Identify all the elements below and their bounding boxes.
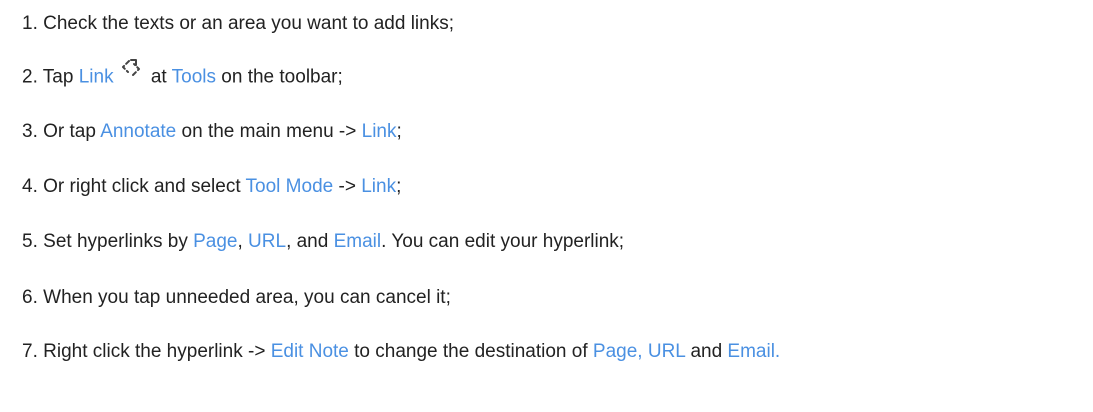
link-tool-link[interactable]: Link (79, 67, 114, 88)
step-number: 3. (22, 121, 38, 142)
link-icon (120, 58, 142, 85)
step-text: ; (396, 176, 402, 197)
link-context-link[interactable]: Link (361, 176, 396, 197)
step-number: 2. (22, 66, 38, 88)
step-text: -> (338, 176, 356, 197)
step-6: 6. When you tap unneeded area, you can c… (22, 286, 451, 310)
step-3: 3. Or tap Annotate on the main menu -> L… (22, 120, 402, 144)
tools-link[interactable]: Tools (172, 67, 216, 88)
step-number: 6. (22, 287, 38, 308)
page-link[interactable]: Page (193, 231, 237, 252)
step-text: Right click the hyperlink -> (43, 341, 266, 362)
step-4: 4. Or right click and select Tool Mode -… (22, 175, 401, 199)
step-number: 7. (22, 341, 38, 362)
edit-note-link[interactable]: Edit Note (271, 341, 349, 362)
step-text: at (150, 66, 167, 88)
step-number: 4. (22, 176, 38, 197)
step-5: 5. Set hyperlinks by Page, URL, and Emai… (22, 230, 624, 254)
page-link[interactable]: Page, (593, 341, 643, 362)
step-text: Or tap (43, 121, 96, 142)
step-text: Check the texts or an area you want to a… (43, 13, 454, 34)
annotate-link[interactable]: Annotate (100, 121, 176, 142)
step-text: and (690, 341, 723, 362)
step-1: 1. Check the texts or an area you want t… (22, 12, 454, 36)
url-link[interactable]: URL (648, 341, 685, 362)
step-text: ; (396, 121, 402, 142)
step-text: . You can edit your hyperlink; (381, 231, 625, 252)
step-text: , (237, 231, 243, 252)
instruction-list: 1. Check the texts or an area you want t… (0, 0, 1093, 412)
url-link[interactable]: URL (248, 231, 286, 252)
step-text: on the toolbar; (221, 66, 343, 88)
step-text: on the main menu -> (181, 121, 357, 142)
tool-mode-link[interactable]: Tool Mode (246, 176, 334, 197)
step-7: 7. Right click the hyperlink -> Edit Not… (22, 340, 780, 364)
email-link[interactable]: Email (334, 231, 382, 252)
email-link[interactable]: Email. (727, 341, 780, 362)
link-menu-link[interactable]: Link (362, 121, 397, 142)
step-number: 5. (22, 231, 38, 252)
step-text: Tap (42, 66, 74, 88)
step-text: , and (286, 231, 329, 252)
step-text: to change the destination of (354, 341, 588, 362)
step-text: Set hyperlinks by (43, 231, 188, 252)
step-text: Or right click and select (43, 176, 241, 197)
step-2: 2. Tap Link at Tools on the toolbar; (22, 59, 343, 91)
step-text: When you tap unneeded area, you can canc… (43, 287, 451, 308)
step-number: 1. (22, 13, 38, 34)
